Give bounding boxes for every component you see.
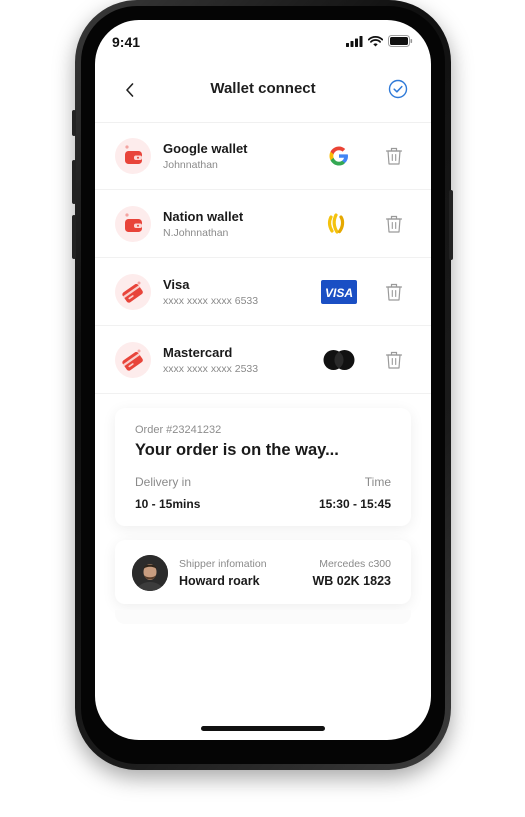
delete-button[interactable] (385, 146, 403, 166)
time-label: Time (364, 475, 391, 489)
card-number: xxxx xxxx xxxx 6533 (163, 295, 259, 307)
volume-down-button (72, 215, 76, 259)
confirm-button[interactable] (387, 78, 409, 100)
shipper-avatar (132, 555, 168, 591)
power-button (449, 190, 453, 260)
shipper-info-label: Shipper infomation (179, 558, 267, 570)
time-value: 15:30 - 15:45 (318, 497, 391, 511)
order-status-card[interactable]: Order #23241232 Your order is on the way… (115, 408, 411, 526)
wallet-owner: N.Johnnathan (163, 227, 229, 239)
nav-header: Wallet connect (95, 64, 431, 123)
visa-logo-text: VISA (325, 286, 353, 300)
delete-button[interactable] (385, 282, 403, 302)
visa-logo-icon: VISA (319, 278, 359, 306)
wallet-name: Nation wallet (163, 209, 244, 224)
trash-icon (385, 147, 403, 165)
page-title: Wallet connect (210, 80, 316, 97)
mute-switch (72, 110, 76, 136)
delete-button[interactable] (385, 214, 403, 234)
delivery-label: Delivery in (135, 475, 192, 489)
check-circle-icon (388, 79, 408, 99)
trash-icon (385, 283, 403, 301)
wallet-owner: Johnnathan (163, 159, 218, 171)
order-status-title: Your order is on the way... (135, 441, 339, 459)
signal-icon (346, 35, 363, 47)
nation-logo-icon (319, 210, 359, 238)
wallet-item-mastercard[interactable]: Mastercard xxxx xxxx xxxx 2533 (95, 326, 431, 394)
trash-icon (385, 215, 403, 233)
wallet-icon (115, 138, 151, 174)
order-number: Order #23241232 (135, 424, 222, 436)
wallet-item-visa[interactable]: Visa xxxx xxxx xxxx 6533 VISA (95, 258, 431, 326)
phone-screen: 9:41 Wallet connect Google wallet Johnna… (95, 20, 431, 740)
google-logo-icon (319, 142, 359, 170)
wallet-item-nation[interactable]: Nation wallet N.Johnnathan (95, 190, 431, 258)
wallet-item-google[interactable]: Google wallet Johnnathan (95, 122, 431, 190)
card-icon (115, 342, 151, 378)
wallet-name: Google wallet (163, 141, 248, 156)
wallet-icon (115, 206, 151, 242)
shipper-card[interactable]: Shipper infomation Howard roark Mercedes… (115, 540, 411, 604)
home-indicator[interactable] (201, 726, 325, 731)
status-icons (346, 35, 413, 47)
wifi-icon (368, 35, 383, 46)
delivery-value: 10 - 15mins (135, 497, 201, 511)
card-icon (115, 274, 151, 310)
wallet-name: Visa (163, 277, 190, 292)
delete-button[interactable] (385, 350, 403, 370)
trash-icon (385, 351, 403, 369)
wallet-list: Google wallet Johnnathan Nation wallet N… (95, 122, 431, 394)
status-time: 9:41 (112, 34, 141, 50)
volume-up-button (72, 160, 76, 204)
vehicle-plate: WB 02K 1823 (312, 574, 391, 588)
status-bar: 9:41 (95, 20, 431, 64)
wallet-name: Mastercard (163, 345, 233, 360)
mastercard-logo-icon (319, 346, 359, 374)
card-stack-shadow (115, 610, 411, 624)
card-number: xxxx xxxx xxxx 2533 (163, 363, 259, 375)
vehicle-model: Mercedes c300 (319, 558, 391, 570)
shipper-name: Howard roark (179, 574, 260, 588)
battery-icon (388, 35, 413, 47)
